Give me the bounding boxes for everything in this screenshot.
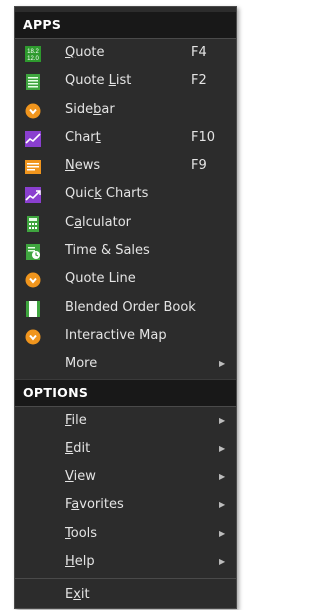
menu-item-label: Sidebar <box>65 101 115 117</box>
menu-item-more[interactable]: More ▶ <box>15 350 236 378</box>
news-icon <box>25 158 41 175</box>
menu-item-label: Quote Line <box>65 271 136 287</box>
chevron-right-icon: ▶ <box>219 415 226 425</box>
order-book-icon <box>25 300 41 317</box>
shortcut-label: F2 <box>191 73 207 89</box>
menu-item-label: View <box>65 469 96 485</box>
shortcut-label: F4 <box>191 45 207 60</box>
menu-item-exit[interactable]: Exit <box>15 581 236 609</box>
calculator-icon <box>25 215 41 232</box>
options-header: OPTIONS <box>15 378 236 407</box>
menu-item-label: Help <box>65 554 95 570</box>
menu-item-sidebar[interactable]: Sidebar <box>15 96 236 124</box>
menu-item-quote-line[interactable]: Quote Line <box>15 265 236 293</box>
chevron-right-icon: ▶ <box>219 359 226 369</box>
chevron-right-icon: ▶ <box>219 528 226 538</box>
menu-item-label: Favorites <box>65 497 124 513</box>
menu-item-label: Time & Sales <box>65 243 150 259</box>
chevron-right-icon: ▶ <box>219 557 226 567</box>
chevron-right-icon: ▶ <box>219 472 226 482</box>
menu-item-label: News <box>65 158 101 174</box>
time-sales-icon <box>25 243 41 261</box>
menu-item-tools[interactable]: Tools ▶ <box>15 520 236 548</box>
menu-item-label: Edit <box>65 440 91 456</box>
svg-text:18.2: 18.2 <box>27 49 39 55</box>
list-icon <box>25 73 41 91</box>
apps-header: APPS <box>15 12 236 39</box>
menu-item-quote-list[interactable]: Quote List F2 <box>15 67 236 95</box>
menu-item-time-sales[interactable]: Time & Sales <box>15 237 236 265</box>
menu-item-label: Interactive Map <box>65 327 167 343</box>
menu-item-quote[interactable]: 18.2 12.0 Quote F4 <box>15 39 236 67</box>
menu-item-label: Quick Charts <box>65 186 149 202</box>
chevron-right-icon: ▶ <box>219 500 226 510</box>
menu-item-help[interactable]: Help ▶ <box>15 548 236 576</box>
menu-item-label: Exit <box>65 587 90 603</box>
quick-charts-icon <box>25 186 41 204</box>
menu-item-chart[interactable]: Chart F10 <box>15 124 236 152</box>
menu-item-blended-order-book[interactable]: Blended Order Book <box>15 294 236 322</box>
menu-item-label: More <box>65 356 98 372</box>
menu-item-quick-charts[interactable]: Quick Charts <box>15 180 236 208</box>
menu-separator <box>15 578 236 580</box>
quote-line-icon <box>25 271 41 288</box>
menu-item-calculator[interactable]: Calculator <box>15 209 236 237</box>
menu-item-news[interactable]: News F9 <box>15 152 236 180</box>
menu-item-label: Blended Order Book <box>65 299 196 315</box>
menu-item-label: Quote <box>65 45 105 60</box>
menu-item-view[interactable]: View ▶ <box>15 463 236 491</box>
chevron-right-icon: ▶ <box>219 443 226 453</box>
context-menu: APPS 18.2 12.0 Quote F4 Quote List F2 Sid… <box>14 6 237 609</box>
menu-item-label: Quote List <box>65 73 132 89</box>
menu-item-edit[interactable]: Edit ▶ <box>15 435 236 463</box>
svg-text:12.0: 12.0 <box>27 56 39 62</box>
menu-item-label: Chart <box>65 129 101 145</box>
chart-icon <box>25 130 41 147</box>
shortcut-label: F10 <box>191 129 216 145</box>
map-icon <box>25 328 41 345</box>
menu-item-label: Calculator <box>65 214 132 230</box>
menu-item-favorites[interactable]: Favorites ▶ <box>15 491 236 519</box>
quote-icon: 18.2 12.0 <box>25 45 41 62</box>
menu-item-file[interactable]: File ▶ <box>15 407 236 435</box>
menu-item-label: File <box>65 412 87 428</box>
shortcut-label: F9 <box>191 158 207 174</box>
sidebar-icon <box>25 102 41 119</box>
menu-item-interactive-map[interactable]: Interactive Map <box>15 322 236 350</box>
menu-item-label: Tools <box>65 525 98 541</box>
